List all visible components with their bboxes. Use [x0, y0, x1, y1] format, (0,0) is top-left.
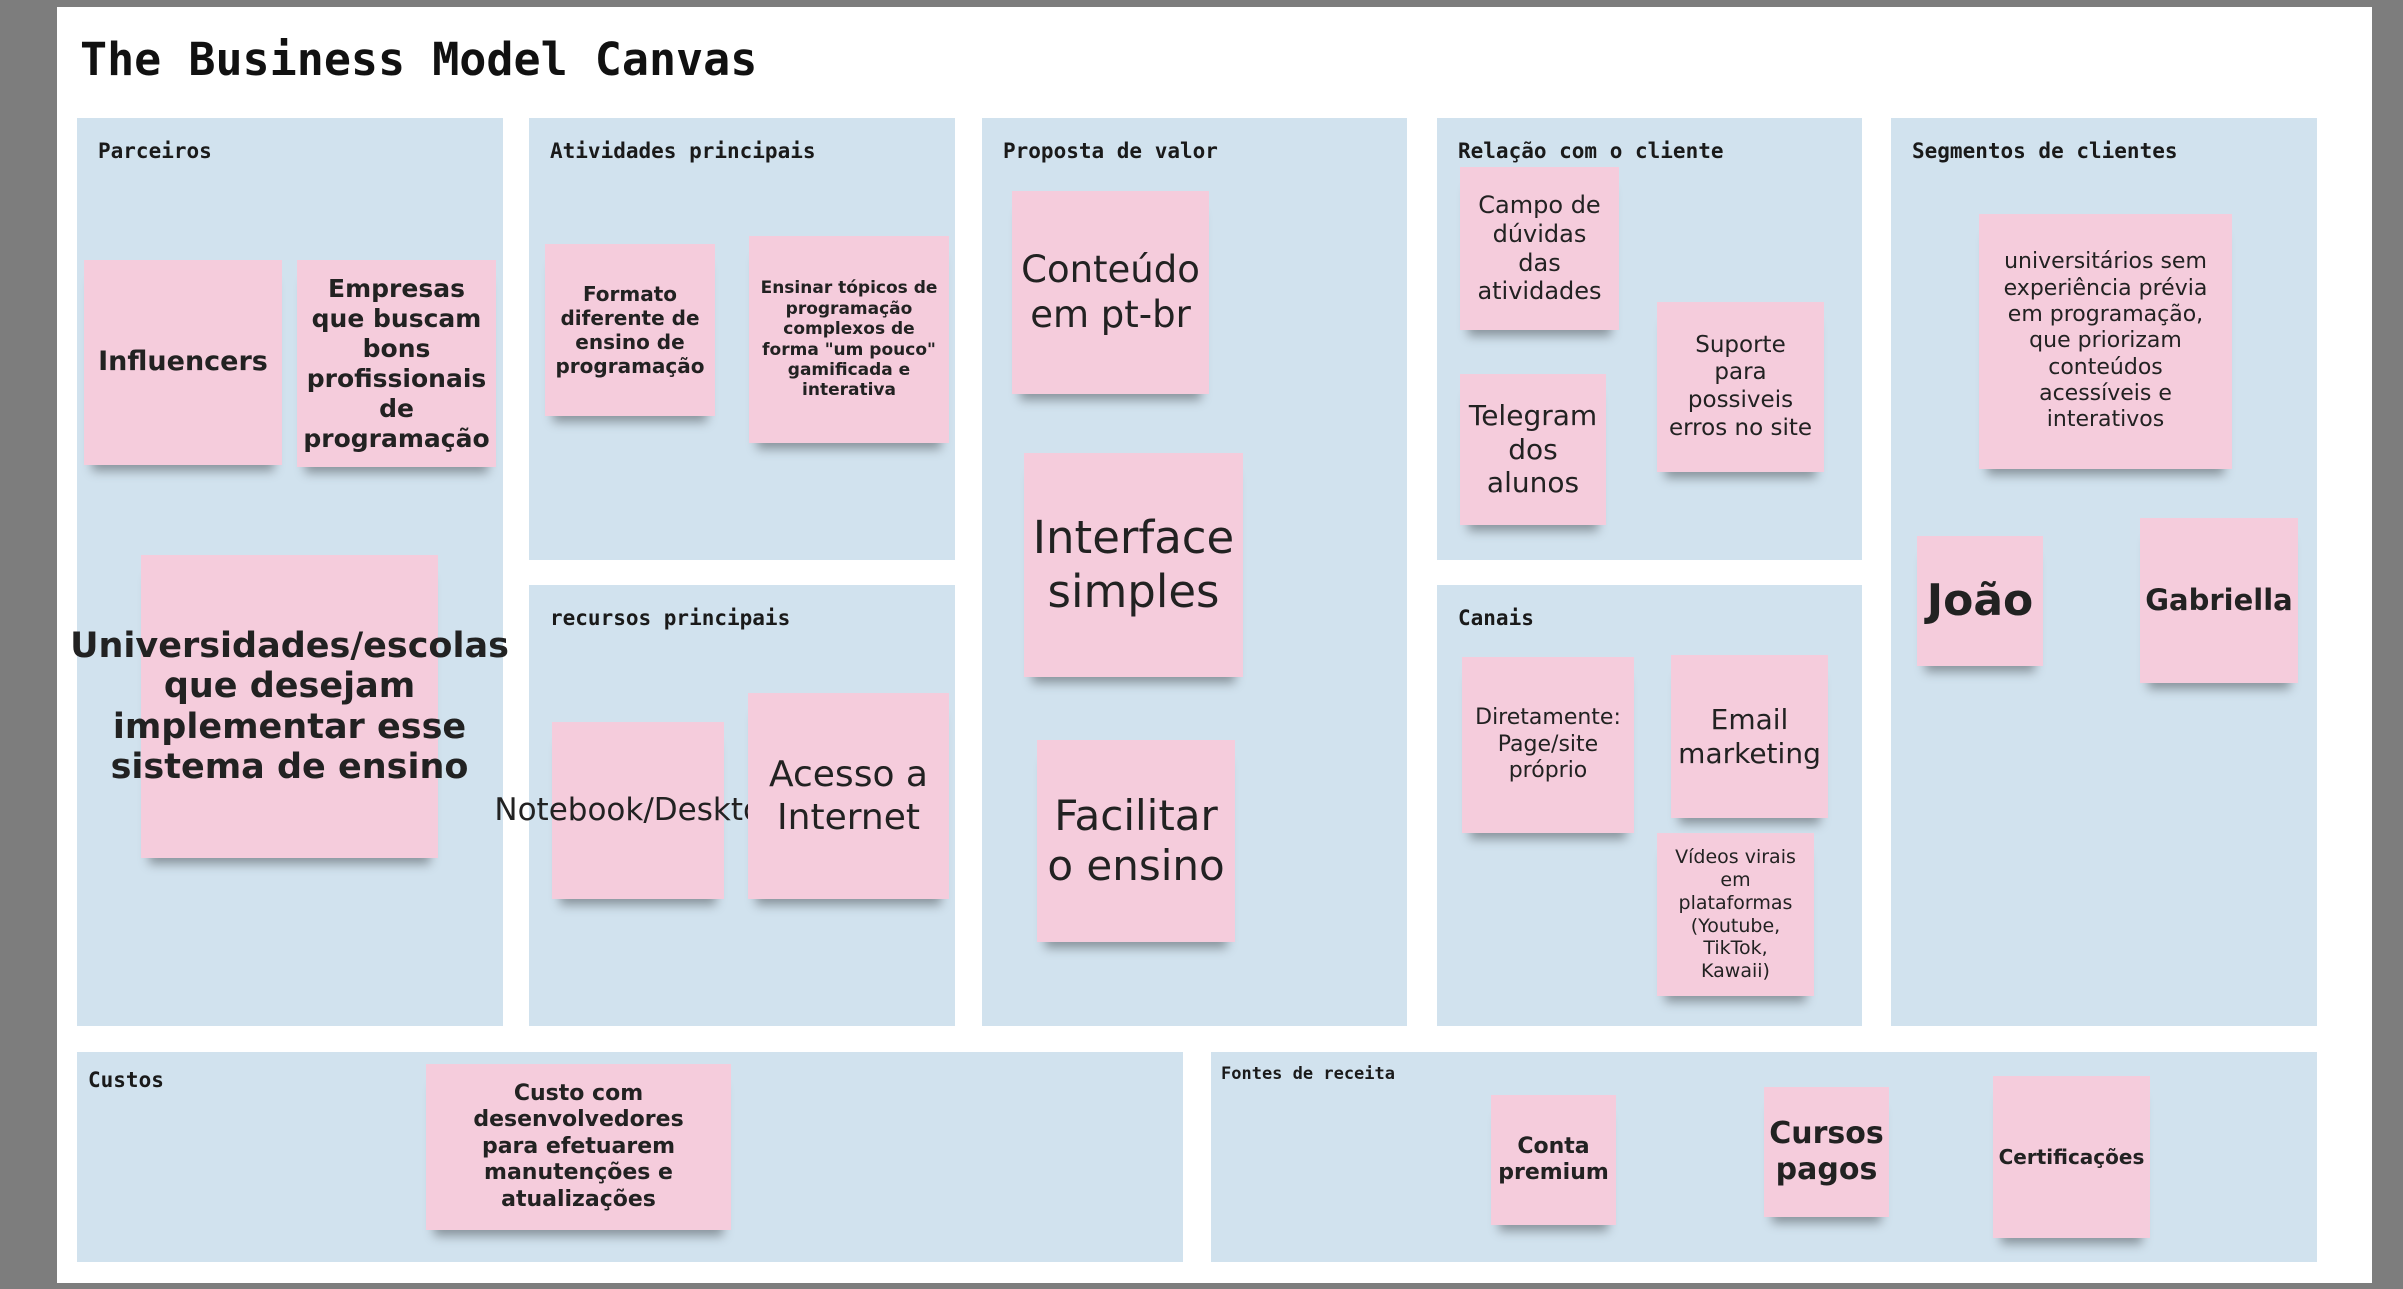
note-text: Cursos pagos — [1769, 1116, 1884, 1187]
note-text: Suporte para possiveis erros no site — [1668, 331, 1813, 441]
panel-title: Custos — [88, 1068, 164, 1092]
note-text: Custo com desenvolvedores para efetuarem… — [473, 1081, 684, 1212]
sticky-note[interactable]: Vídeos virais em plataformas (Youtube, T… — [1657, 833, 1814, 996]
sticky-note[interactable]: Conta premium — [1491, 1095, 1616, 1225]
sticky-note[interactable]: Influencers — [84, 260, 282, 465]
panel-title: Fontes de receita — [1221, 1064, 1395, 1084]
note-text: universitários sem experiência prévia em… — [2003, 249, 2208, 433]
note-text: Telegram dos alunos — [1468, 399, 1598, 500]
note-text: Conta premium — [1498, 1133, 1609, 1185]
sticky-note[interactable]: Custo com desenvolvedores para efetuarem… — [426, 1064, 731, 1230]
panel-title: recursos principais — [550, 606, 791, 630]
sticky-note[interactable]: Formato diferente de ensino de programaç… — [545, 244, 715, 416]
canvas-board: The Business Model Canvas Parceiros Infl… — [57, 7, 2372, 1283]
sticky-note[interactable]: Acesso a Internet — [748, 693, 949, 899]
panel-title: Atividades principais — [550, 139, 816, 163]
sticky-note[interactable]: Email marketing — [1671, 655, 1828, 818]
sticky-note[interactable]: Campo de dúvidas das atividades — [1460, 167, 1619, 330]
note-text: Influencers — [98, 346, 268, 378]
note-text: João — [1926, 574, 2034, 626]
note-text: Diretamente: Page/site próprio — [1475, 705, 1621, 784]
sticky-note[interactable]: Diretamente: Page/site próprio — [1462, 657, 1634, 833]
note-text: Interface simples — [1032, 511, 1235, 618]
note-text: Formato diferente de ensino de programaç… — [555, 282, 705, 378]
note-text: Notebook/Desktop — [494, 791, 782, 828]
panel-title: Parceiros — [98, 139, 212, 163]
sticky-note[interactable]: Gabriella — [2140, 518, 2298, 683]
panel-title: Relação com o cliente — [1458, 139, 1724, 163]
sticky-note[interactable]: Universidades/escolas que desejam implem… — [70, 555, 509, 858]
sticky-note[interactable]: Cursos pagos — [1764, 1087, 1889, 1217]
sticky-note[interactable]: universitários sem experiência prévia em… — [1979, 214, 2232, 469]
sticky-note[interactable]: Empresas que buscam bons profissionais d… — [297, 260, 496, 467]
note-text: Conteúdo em pt-br — [1021, 248, 1200, 336]
note-text: Ensinar tópicos de programação complexos… — [760, 278, 938, 401]
panel-title: Proposta de valor — [1003, 139, 1218, 163]
note-text: Vídeos virais em plataformas (Youtube, T… — [1675, 846, 1796, 983]
sticky-note[interactable]: Certificações — [1993, 1076, 2150, 1238]
note-text: Empresas que buscam bons profissionais d… — [303, 273, 490, 453]
sticky-note[interactable]: Suporte para possiveis erros no site — [1657, 302, 1824, 472]
note-text: Email marketing — [1678, 702, 1821, 770]
panel-title: Canais — [1458, 606, 1534, 630]
sticky-note[interactable]: João — [1917, 536, 2043, 666]
note-text: Certificações — [1998, 1145, 2145, 1169]
sticky-note[interactable]: Telegram dos alunos — [1460, 374, 1606, 525]
sticky-note[interactable]: Notebook/Desktop — [494, 722, 782, 899]
sticky-note[interactable]: Interface simples — [1024, 453, 1243, 677]
page-title: The Business Model Canvas — [80, 33, 758, 86]
sticky-note[interactable]: Ensinar tópicos de programação complexos… — [749, 236, 949, 443]
sticky-note[interactable]: Conteúdo em pt-br — [1012, 191, 1209, 394]
note-text: Facilitar o ensino — [1047, 790, 1225, 890]
sticky-note[interactable]: Facilitar o ensino — [1037, 740, 1235, 942]
note-text: Gabriella — [2145, 583, 2293, 618]
note-text: Campo de dúvidas das atividades — [1477, 190, 1602, 306]
note-text: Acesso a Internet — [769, 753, 928, 838]
panel-title: Segmentos de clientes — [1912, 139, 2178, 163]
note-text: Universidades/escolas que desejam implem… — [70, 626, 509, 787]
